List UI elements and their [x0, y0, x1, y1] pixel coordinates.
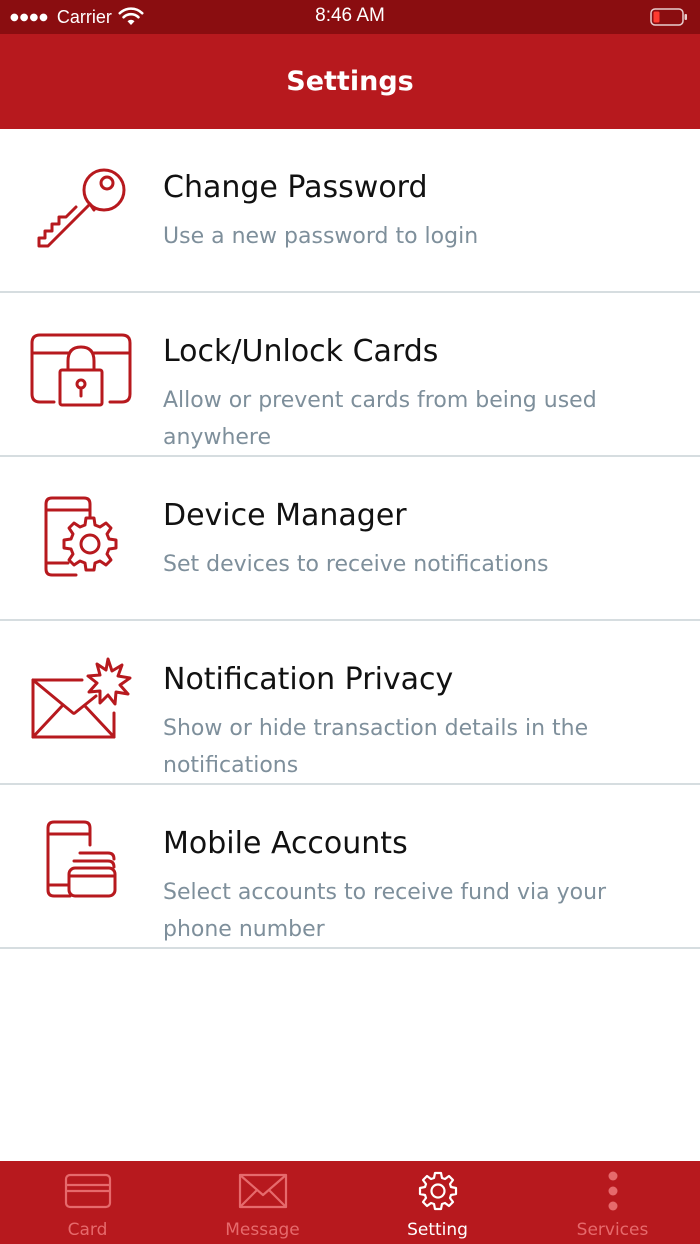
tab-services[interactable]: Services: [525, 1161, 700, 1244]
settings-list: Change Password Use a new password to lo…: [0, 129, 700, 949]
item-title: Mobile Accounts: [163, 826, 408, 861]
item-title: Notification Privacy: [163, 662, 454, 697]
item-description: Allow or prevent cards from being used a…: [163, 388, 597, 450]
tab-label: Setting: [407, 1220, 468, 1240]
item-description: Set devices to receive notifications: [163, 552, 549, 577]
tab-label: Card: [67, 1220, 108, 1240]
setting-item-mobile-accounts[interactable]: Mobile Accounts Select accounts to recei…: [0, 785, 700, 949]
tab-bar: Card Message Setting Services: [0, 1161, 700, 1244]
key-icon: [28, 163, 134, 253]
item-text: Notification Privacy Show or hide transa…: [163, 659, 673, 784]
item-description: Select accounts to receive fund via your…: [163, 880, 607, 942]
item-text: Mobile Accounts Select accounts to recei…: [163, 823, 673, 948]
envelope-icon: [238, 1171, 288, 1211]
envelope-alert-icon: [28, 655, 134, 745]
setting-item-lock-unlock-cards[interactable]: Lock/Unlock Cards Allow or prevent cards…: [0, 293, 700, 457]
more-vertical-icon: [588, 1171, 638, 1211]
gear-icon: [413, 1171, 463, 1211]
item-title: Device Manager: [163, 498, 407, 533]
tab-message[interactable]: Message: [175, 1161, 350, 1244]
setting-item-notification-privacy[interactable]: Notification Privacy Show or hide transa…: [0, 621, 700, 785]
status-time: 8:46 AM: [315, 5, 385, 26]
device-gear-icon: [28, 491, 134, 581]
tab-label: Services: [576, 1220, 649, 1240]
item-text: Lock/Unlock Cards Allow or prevent cards…: [163, 331, 673, 456]
tab-card[interactable]: Card: [0, 1161, 175, 1244]
item-title: Lock/Unlock Cards: [163, 334, 439, 369]
tab-label: Message: [225, 1220, 300, 1240]
card-icon: [63, 1171, 113, 1211]
page-title: Settings: [286, 66, 414, 97]
navigation-bar: Settings: [0, 34, 700, 129]
setting-item-device-manager[interactable]: Device Manager Set devices to receive no…: [0, 457, 700, 621]
battery-icon: [650, 8, 688, 26]
item-text: Change Password Use a new password to lo…: [163, 167, 673, 255]
item-text: Device Manager Set devices to receive no…: [163, 495, 673, 583]
phone-cards-icon: [28, 819, 134, 909]
setting-item-change-password[interactable]: Change Password Use a new password to lo…: [0, 129, 700, 293]
card-lock-icon: [28, 327, 134, 417]
tab-setting[interactable]: Setting: [350, 1161, 525, 1244]
item-description: Show or hide transaction details in the …: [163, 716, 589, 778]
item-description: Use a new password to login: [163, 224, 479, 249]
status-bar: ●●●● Carrier 8:46 AM: [0, 0, 700, 34]
item-title: Change Password: [163, 170, 428, 205]
